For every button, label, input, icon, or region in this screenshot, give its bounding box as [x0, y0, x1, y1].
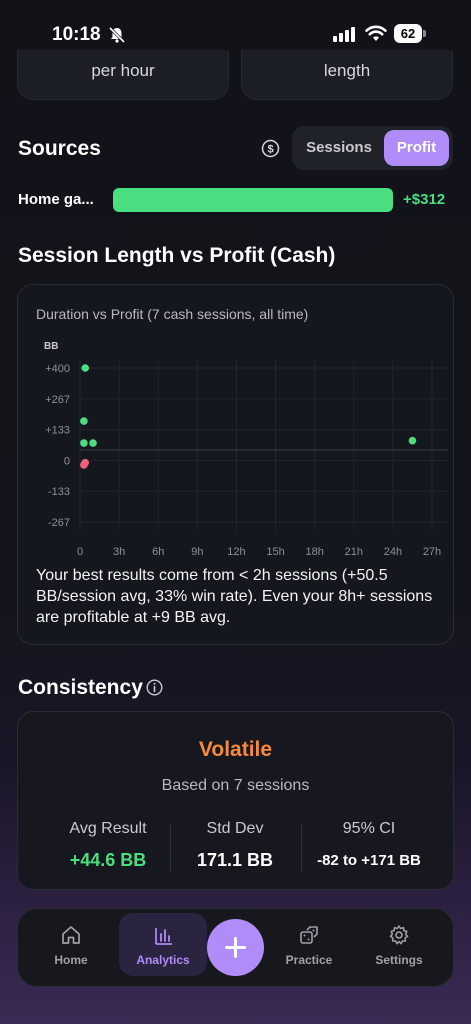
stat-card-label: per hour	[91, 61, 155, 80]
data-point	[80, 439, 88, 447]
nav-label: Practice	[285, 953, 333, 967]
wifi-icon	[365, 25, 387, 41]
x-tick-label: 9h	[191, 546, 203, 558]
x-tick-label: 15h	[266, 546, 284, 558]
session-length-title: Session Length vs Profit (Cash)	[18, 244, 336, 267]
x-tick-label: 18h	[305, 546, 323, 558]
nav-practice[interactable]: Practice	[268, 909, 350, 988]
source-bar	[113, 188, 393, 212]
stat-card-length[interactable]: length	[241, 50, 453, 100]
consistency-card: Volatile Based on 7 sessions Avg Result …	[17, 711, 454, 890]
y-tick-label: -133	[48, 486, 70, 498]
nav-analytics[interactable]: Analytics	[119, 913, 207, 976]
cellular-signal-icon	[333, 27, 355, 42]
svg-text:$: $	[267, 144, 273, 156]
battery-icon: 62	[394, 24, 426, 43]
dollar-circle-icon[interactable]: $	[261, 139, 280, 158]
x-tick-label: 6h	[152, 546, 164, 558]
stat-std-dev: Std Dev 171.1 BB	[170, 820, 300, 871]
nav-label: Analytics	[136, 953, 190, 967]
y-tick-label: +267	[45, 394, 70, 406]
gear-icon	[389, 925, 409, 945]
stat-value: -82 to +171 BB	[317, 852, 421, 869]
x-tick-label: 21h	[345, 546, 363, 558]
x-tick-label: 12h	[227, 546, 245, 558]
y-tick-label: -267	[48, 517, 70, 529]
x-tick-label: 0	[77, 546, 83, 558]
info-icon[interactable]	[146, 679, 163, 696]
stat-label: Std Dev	[206, 820, 264, 837]
dice-icon	[300, 926, 318, 944]
toggle-sessions[interactable]: Sessions	[296, 130, 382, 166]
stat-confidence-interval: 95% CI -82 to +171 BB	[301, 820, 437, 869]
y-axis-label: BB	[44, 341, 58, 352]
data-point	[81, 364, 90, 372]
consistency-based-on: Based on 7 sessions	[161, 777, 310, 794]
toggle-profit[interactable]: Profit	[384, 130, 449, 166]
consistency-verdict: Volatile	[198, 738, 273, 761]
stat-card-per-hour[interactable]: per hour	[17, 50, 229, 100]
stat-value: +44.6 BB	[69, 850, 147, 870]
stat-card-label: length	[323, 61, 371, 80]
y-tick-label: +133	[45, 425, 70, 437]
data-point	[89, 439, 97, 447]
nav-label: Settings	[375, 953, 423, 967]
status-time: 10:18	[52, 24, 101, 45]
consistency-title: Consistency	[18, 676, 143, 699]
chart-insight: Your best results come from < 2h session…	[36, 567, 433, 626]
battery-level: 62	[394, 24, 422, 43]
x-tick-label: 24h	[384, 546, 402, 558]
stat-value: 171.1 BB	[196, 850, 274, 870]
bar-chart-icon	[155, 928, 172, 945]
home-icon	[62, 926, 80, 944]
y-tick-label: +400	[45, 363, 70, 375]
stat-avg-result: Avg Result +44.6 BB	[38, 820, 178, 871]
bell-muted-icon	[108, 26, 126, 44]
x-tick-label: 3h	[113, 546, 125, 558]
add-session-button[interactable]	[207, 919, 264, 976]
source-label: Home ga...	[18, 191, 94, 208]
y-tick-label: 0	[64, 455, 70, 467]
sources-title: Sources	[18, 137, 101, 160]
stat-label: 95% CI	[342, 820, 396, 837]
scatter-chart: BB +400 +267 +133 0 -133 -267 0 3h 6h 9h 12h 15h 18h 2…	[44, 341, 448, 558]
data-point	[80, 461, 88, 469]
source-value: +$312	[403, 191, 446, 208]
session-length-chart-card: Duration vs Profit (7 cash sessions, all…	[17, 284, 454, 645]
nav-settings[interactable]: Settings	[358, 909, 440, 988]
stat-label: Avg Result	[69, 820, 147, 837]
data-point	[408, 436, 417, 445]
sources-mode-toggle: Sessions Profit	[292, 126, 453, 170]
nav-label: Home	[54, 953, 88, 967]
nav-home[interactable]: Home	[30, 909, 112, 988]
x-tick-label: 27h	[423, 546, 441, 558]
data-point	[80, 417, 88, 425]
